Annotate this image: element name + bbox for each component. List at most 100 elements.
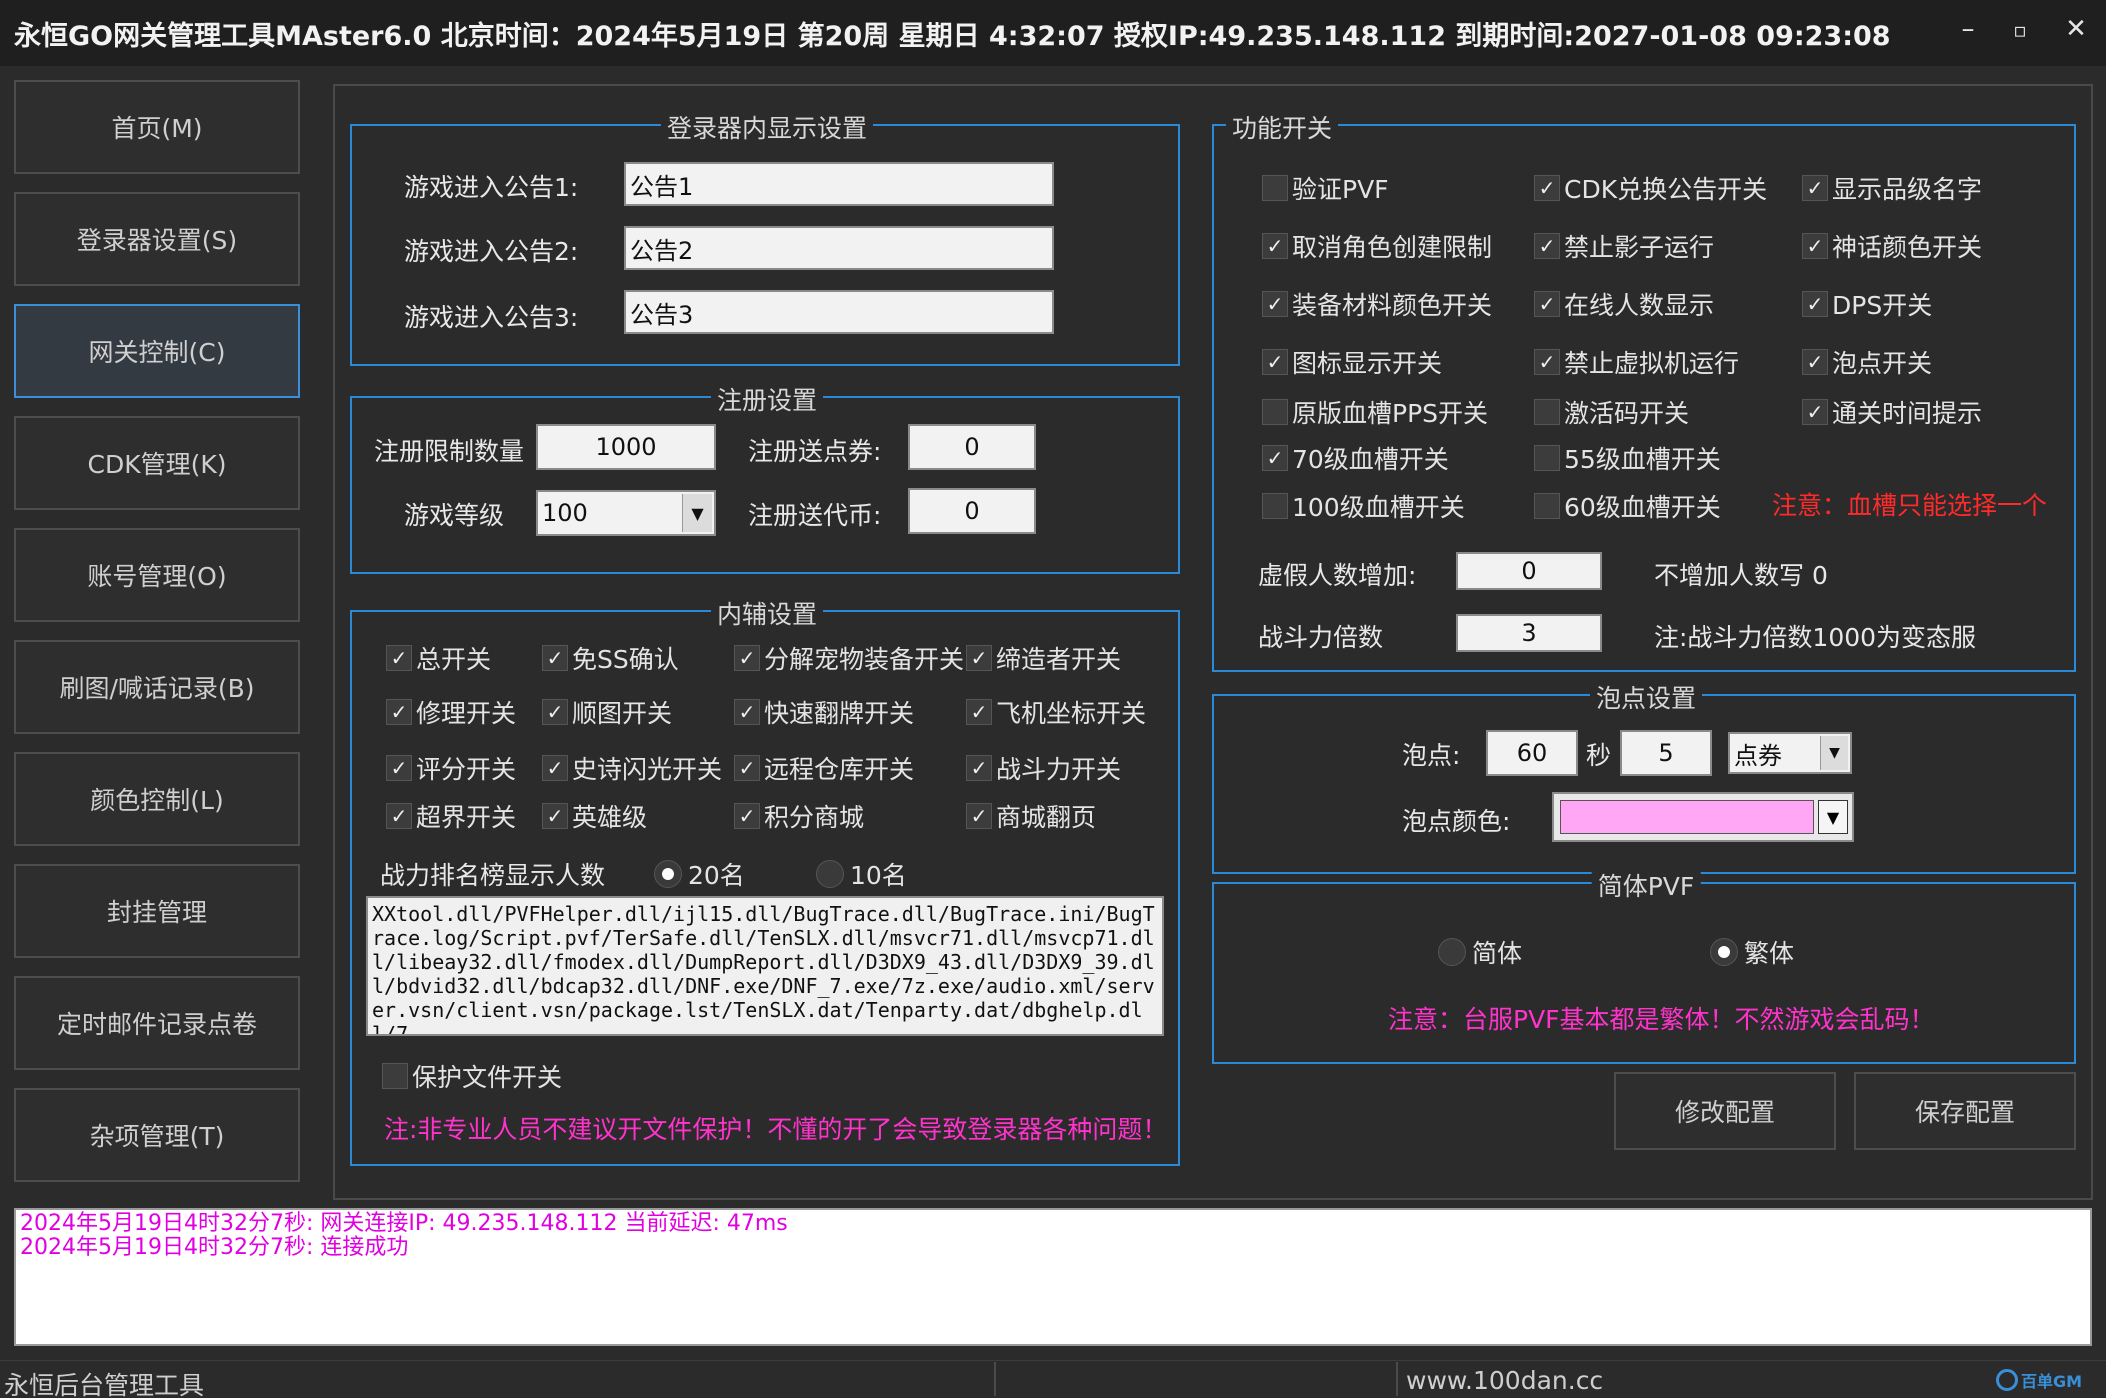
paodian-color-picker[interactable]: ▼ <box>1552 792 1854 842</box>
checkbox-label: 快速翻牌开关 <box>764 699 915 728</box>
notice3-input[interactable]: 公告3 <box>624 290 1054 334</box>
feature-checkbox[interactable]: ✓ 泡点开关 <box>1802 344 1932 380</box>
simplified-radio[interactable]: 简体 <box>1438 934 1522 970</box>
check-icon: ✓ <box>542 645 568 671</box>
paodian-seconds-unit: 秒 <box>1586 741 1612 770</box>
register-points-label: 注册送点券: <box>748 437 882 466</box>
feature-checkbox[interactable]: ✓ 显示品级名字 <box>1802 170 1982 206</box>
feature-checkbox[interactable]: 验证PVF <box>1262 170 1389 206</box>
fake-players-input[interactable]: 0 <box>1456 552 1602 590</box>
helper-checkbox[interactable]: ✓ 远程仓库开关 <box>734 750 914 786</box>
status-bar <box>0 1360 2106 1398</box>
check-icon: ✓ <box>386 699 412 725</box>
checkbox-label: 图标显示开关 <box>1292 349 1443 378</box>
checkbox-box <box>382 1063 408 1089</box>
check-icon: ✓ <box>386 645 412 671</box>
helper-checkbox[interactable]: ✓ 飞机坐标开关 <box>966 694 1146 730</box>
close-button[interactable]: ✕ <box>2056 14 2096 44</box>
protected-files-textarea[interactable]: XXtool.dll/PVFHelper.dll/ijl15.dll/BugTr… <box>366 896 1164 1036</box>
register-coin-input[interactable]: 0 <box>908 488 1036 534</box>
helper-checkbox[interactable]: ✓ 总开关 <box>386 640 491 676</box>
minimize-button[interactable]: – <box>1948 14 1988 44</box>
paodian-seconds-input[interactable]: 60 <box>1486 730 1578 776</box>
feature-checkbox[interactable]: ✓ 图标显示开关 <box>1262 344 1442 380</box>
save-config-button[interactable]: 保存配置 <box>1854 1072 2076 1150</box>
feature-checkbox[interactable]: ✓ 神话颜色开关 <box>1802 228 1982 264</box>
nav-records[interactable]: 刷图/喊话记录(B) <box>14 640 300 734</box>
feature-checkbox[interactable]: ✓ 70级血槽开关 <box>1262 440 1449 476</box>
helper-checkbox[interactable]: ✓ 免SS确认 <box>542 640 679 676</box>
feature-checkbox[interactable]: 原版血槽PPS开关 <box>1262 394 1488 430</box>
feature-checkbox[interactable]: ✓ 禁止影子运行 <box>1534 228 1714 264</box>
log-output[interactable]: 2024年5月19日4时32分7秒: 网关连接IP: 49.235.148.11… <box>14 1208 2092 1346</box>
feature-checkbox[interactable]: ✓ 禁止虚拟机运行 <box>1534 344 1739 380</box>
helper-checkbox[interactable]: ✓ 修理开关 <box>386 694 516 730</box>
power-multiplier-input[interactable]: 3 <box>1456 614 1602 652</box>
nav-label: 颜色控制(L) <box>90 786 224 815</box>
nav-gateway-control[interactable]: 网关控制(C) <box>14 304 300 398</box>
check-icon: ✓ <box>1802 233 1828 259</box>
helper-checkbox[interactable]: ✓ 英雄级 <box>542 798 647 834</box>
helper-checkbox[interactable]: ✓ 评分开关 <box>386 750 516 786</box>
rank-10-radio[interactable]: 10名 <box>816 856 907 892</box>
feature-checkbox[interactable]: ✓ 通关时间提示 <box>1802 394 1982 430</box>
check-icon: ✓ <box>734 645 760 671</box>
feature-checkbox[interactable]: ✓ 取消角色创建限制 <box>1262 228 1492 264</box>
check-icon: ✓ <box>1262 233 1288 259</box>
notice2-input[interactable]: 公告2 <box>624 226 1054 270</box>
nav-home[interactable]: 首页(M) <box>14 80 300 174</box>
game-level-select[interactable]: 100 ▼ <box>536 490 716 536</box>
nav-label: 刷图/喊话记录(B) <box>59 674 255 703</box>
status-site: www.100dan.cc <box>1406 1366 1604 1395</box>
notice1-input[interactable]: 公告1 <box>624 162 1054 206</box>
helper-checkbox[interactable]: ✓ 快速翻牌开关 <box>734 694 914 730</box>
helper-checkbox[interactable]: ✓ 商城翻页 <box>966 798 1096 834</box>
check-icon: ✓ <box>1802 291 1828 317</box>
checkbox-label: 顺图开关 <box>572 699 673 728</box>
check-icon: ✓ <box>1802 349 1828 375</box>
protect-files-checkbox[interactable]: 保护文件开关 <box>382 1058 562 1094</box>
window-title: 永恒GO网关管理工具MAster6.0 北京时间：2024年5月19日 第20周… <box>14 21 1891 52</box>
nav-accounts[interactable]: 账号管理(O) <box>14 528 300 622</box>
helper-checkbox[interactable]: ✓ 缔造者开关 <box>966 640 1121 676</box>
helper-checkbox[interactable]: ✓ 顺图开关 <box>542 694 672 730</box>
helper-checkbox[interactable]: ✓ 分解宠物装备开关 <box>734 640 964 676</box>
paodian-currency-select[interactable]: 点券 ▼ <box>1728 732 1852 774</box>
feature-checkbox[interactable]: 55级血槽开关 <box>1534 440 1721 476</box>
nav-anticheat[interactable]: 封挂管理 <box>14 864 300 958</box>
traditional-radio[interactable]: 繁体 <box>1710 934 1794 970</box>
pvf-group: 简体PVF <box>1212 867 2076 1064</box>
nav-login-settings[interactable]: 登录器设置(S) <box>14 192 300 286</box>
feature-checkbox[interactable]: ✓ DPS开关 <box>1802 286 1932 322</box>
nav-misc[interactable]: 杂项管理(T) <box>14 1088 300 1182</box>
feature-checkbox[interactable]: ✓ 装备材料颜色开关 <box>1262 286 1492 322</box>
paodian-amount-input[interactable]: 5 <box>1620 730 1712 776</box>
checkbox-label: 积分商城 <box>764 803 865 832</box>
feature-checkbox[interactable]: ✓ 在线人数显示 <box>1534 286 1714 322</box>
rank-20-radio[interactable]: 20名 <box>654 856 745 892</box>
pvf-warning: 注意：台服PVF基本都是繁体！不然游戏会乱码！ <box>1388 1005 1935 1034</box>
helper-checkbox[interactable]: ✓ 史诗闪光开关 <box>542 750 722 786</box>
helper-checkbox[interactable]: ✓ 超界开关 <box>386 798 516 834</box>
feature-checkbox[interactable]: 激活码开关 <box>1534 394 1689 430</box>
nav-color-control[interactable]: 颜色控制(L) <box>14 752 300 846</box>
check-icon: ✓ <box>734 755 760 781</box>
chevron-down-icon[interactable]: ▼ <box>1818 800 1848 834</box>
helper-checkbox[interactable]: ✓ 战斗力开关 <box>966 750 1121 786</box>
power-multiplier-note: 注:战斗力倍数1000为变态服 <box>1654 623 1977 652</box>
register-points-input[interactable]: 0 <box>908 424 1036 470</box>
feature-checkbox[interactable]: ✓ CDK兑换公告开关 <box>1534 170 1767 206</box>
helper-checkbox[interactable]: ✓ 积分商城 <box>734 798 864 834</box>
currency-value: 点券 <box>1734 741 1782 770</box>
feature-checkbox[interactable]: 60级血槽开关 <box>1534 488 1721 524</box>
maximize-button[interactable]: ▫ <box>2000 18 2040 42</box>
check-icon: ✓ <box>1262 445 1288 471</box>
modify-config-button[interactable]: 修改配置 <box>1614 1072 1836 1150</box>
feature-checkbox[interactable]: 100级血槽开关 <box>1262 488 1465 524</box>
nav-scheduled-mail[interactable]: 定时邮件记录点卷 <box>14 976 300 1070</box>
fake-players-note: 不增加人数写 0 <box>1654 561 1828 590</box>
register-limit-input[interactable]: 1000 <box>536 424 716 470</box>
chevron-down-icon[interactable]: ▼ <box>1820 736 1848 770</box>
chevron-down-icon[interactable]: ▼ <box>682 494 712 532</box>
nav-cdk[interactable]: CDK管理(K) <box>14 416 300 510</box>
